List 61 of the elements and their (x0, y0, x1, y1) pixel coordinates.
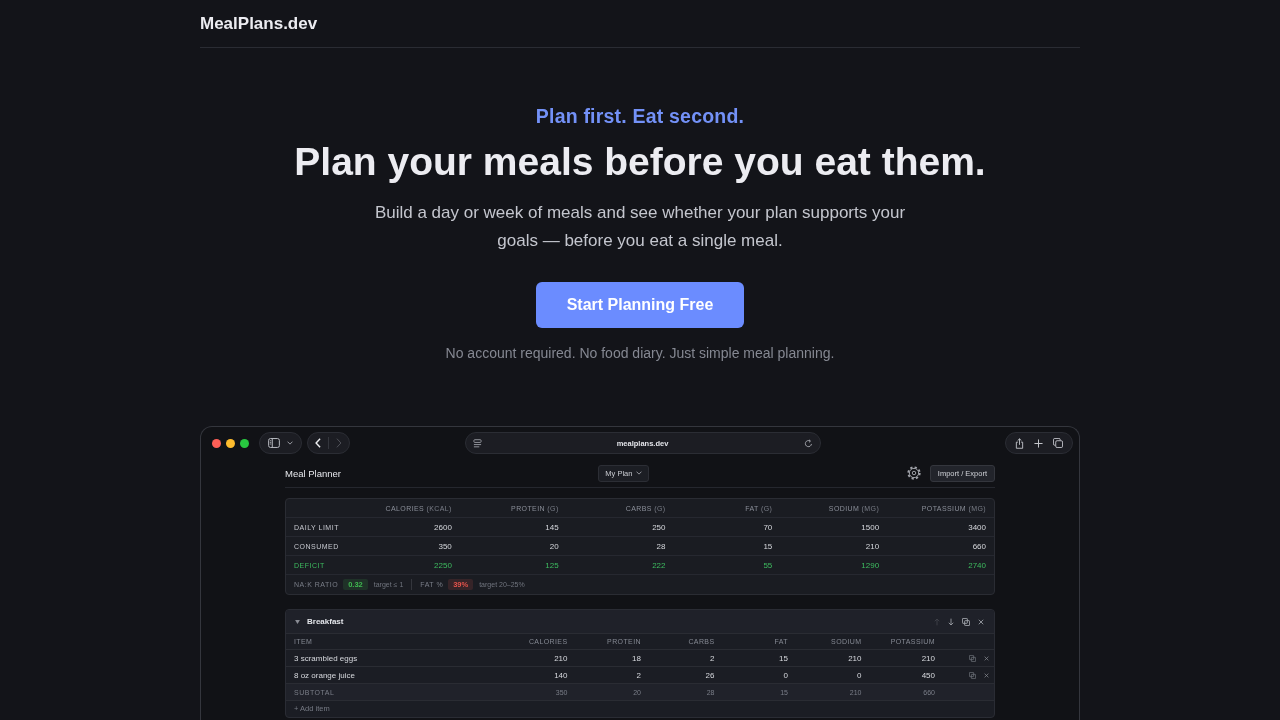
table-cell-text: 0 (782, 670, 789, 680)
caret-icon (636, 471, 643, 475)
item-name: 8 oz orange juice (293, 670, 356, 680)
item-name: 3 scrambled eggs (293, 653, 359, 663)
table-cell-text: 1290 (860, 560, 881, 570)
sidebar-icon (268, 438, 280, 448)
copy-icon[interactable] (962, 617, 970, 626)
table-cell-text: 20 (548, 541, 560, 551)
chevron-left-icon[interactable] (315, 438, 321, 448)
table-cell-text: 26 (704, 670, 716, 680)
plus-icon[interactable] (1034, 438, 1043, 448)
table-cell-text: 250 (651, 522, 667, 532)
table-cell-text: 2 (635, 670, 642, 680)
table-cell-text: 350 (437, 541, 453, 551)
headline: Plan your meals before you eat them. (294, 139, 986, 185)
share-icon[interactable] (1015, 437, 1024, 449)
reload-icon[interactable] (803, 438, 813, 448)
table-cell-text: 140 (553, 670, 569, 680)
table-cell-text: 1500 (860, 522, 881, 532)
table-cell-text: 15 (762, 541, 774, 551)
cross-icon[interactable] (984, 672, 989, 678)
table-cell-text: 55 (762, 560, 774, 570)
table-cell-text: 2740 (967, 560, 987, 570)
expand-caret-icon[interactable] (295, 619, 300, 624)
intro-paragraph: Build a day or week of meals and see whether your plan supports your goals — before you eat a single meal. (373, 202, 907, 252)
tagline: Plan first. Eat second. (535, 104, 745, 128)
close-dot-icon[interactable] (212, 438, 221, 448)
zoom-dot-icon[interactable] (240, 438, 249, 448)
table-cell-text: 70 (762, 522, 774, 532)
table-cell-text: 2600 (433, 522, 453, 532)
copy-icon[interactable] (969, 671, 976, 679)
table-cell-text: 0 (856, 670, 863, 680)
table-cell-text: 2250 (433, 560, 453, 570)
table-cell-text: 145 (544, 522, 560, 532)
table-cell-text: 222 (651, 560, 667, 570)
table-cell-text: 28 (655, 541, 667, 551)
copy-icon[interactable] (969, 654, 976, 662)
meal-title: Breakfast (307, 617, 344, 626)
table-cell-text: 18 (631, 653, 642, 663)
sidebar-toggle-button[interactable] (259, 432, 302, 454)
table-cell-text: 660 (971, 541, 987, 551)
table-cell-text: 210 (864, 541, 881, 551)
table-cell-text: 210 (553, 653, 569, 663)
lines-icon[interactable] (472, 438, 482, 448)
settings-icon[interactable] (906, 466, 921, 480)
site-logo[interactable]: MealPlans.dev (200, 13, 318, 34)
table-cell-text: 3400 (967, 522, 987, 532)
table-cell-text: 210 (847, 653, 863, 663)
arrow-down-icon[interactable] (948, 617, 954, 626)
cross-icon[interactable] (978, 618, 984, 625)
table-cell-text: 450 (920, 670, 936, 680)
table-cell-text: 15 (778, 653, 789, 663)
table-cell-text: 125 (544, 560, 560, 570)
app-title: Meal Planner (285, 467, 341, 479)
tabs-icon[interactable] (1053, 438, 1063, 448)
footnote: No account required. No food diary. Just simple meal planning. (445, 344, 835, 363)
chevron-down-icon (287, 441, 293, 445)
table-cell-text: 210 (920, 653, 936, 663)
table-cell-text: 2 (709, 653, 716, 663)
minimize-dot-icon[interactable] (226, 438, 235, 448)
cross-icon[interactable] (984, 655, 989, 661)
